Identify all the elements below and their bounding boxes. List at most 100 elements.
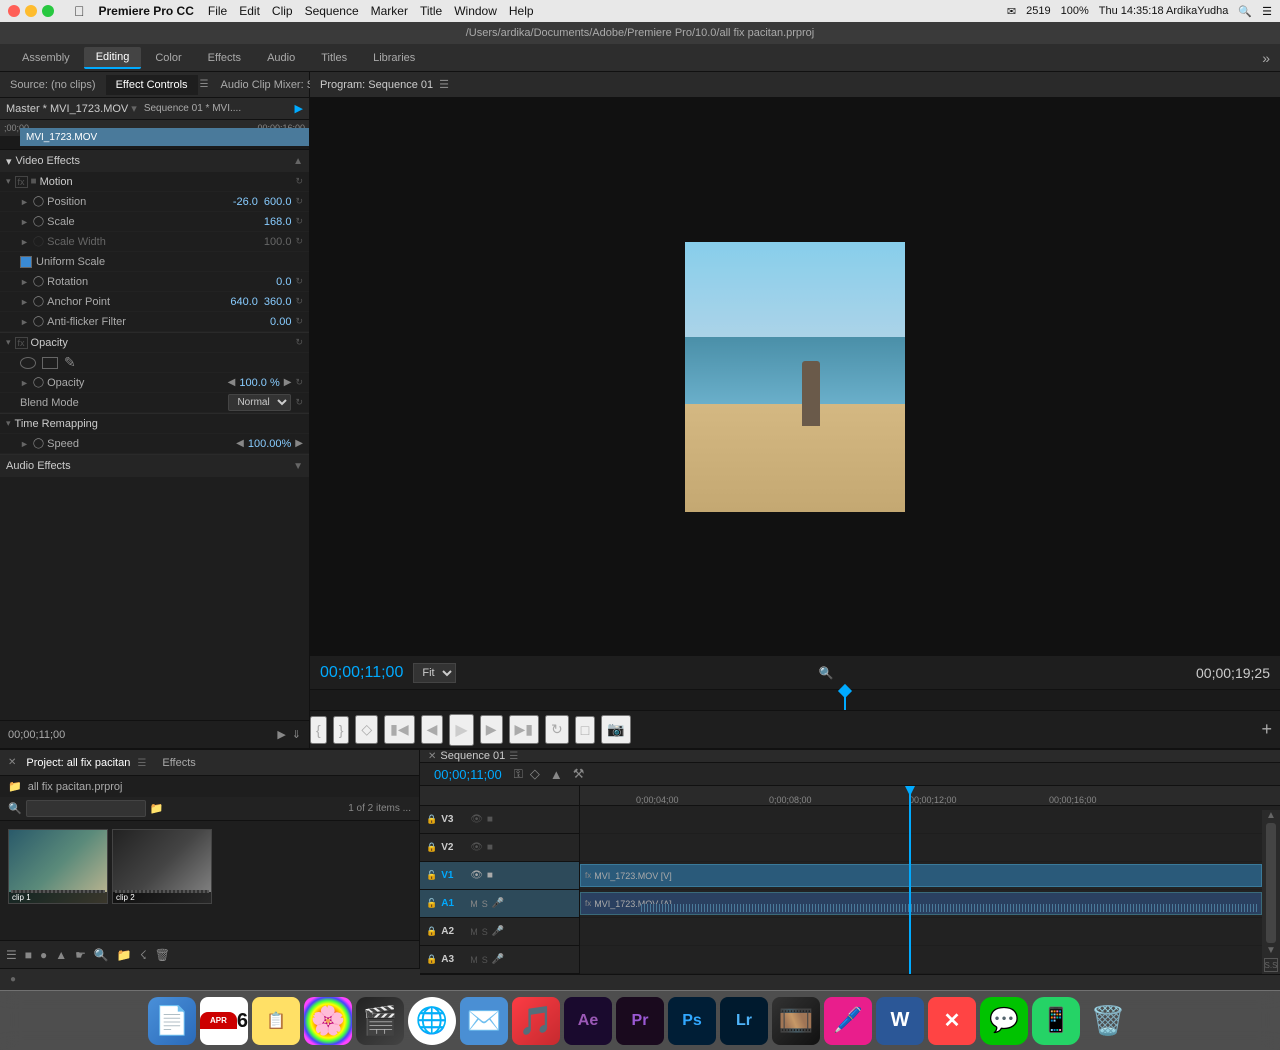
- thumbnail-2[interactable]: clip 2: [112, 829, 212, 904]
- menu-title[interactable]: Title: [420, 4, 442, 18]
- opacity-header[interactable]: ▾ fx Opacity ↻: [0, 333, 309, 353]
- link-icon[interactable]: ▲: [547, 764, 566, 785]
- tab-libraries[interactable]: Libraries: [361, 48, 427, 68]
- scale-value[interactable]: 168.0: [264, 216, 292, 228]
- v1-visibility-icon[interactable]: 👁: [470, 870, 483, 881]
- motion-expand-icon[interactable]: ▾: [6, 176, 11, 187]
- blend-mode-reset-button[interactable]: ↻: [295, 397, 303, 408]
- scale-width-stopwatch-icon[interactable]: ◯: [33, 236, 44, 247]
- opacity-expand-icon[interactable]: ▾: [6, 337, 11, 348]
- anchor-reset-button[interactable]: ↻: [295, 296, 303, 307]
- v2-visibility-icon[interactable]: 👁: [470, 842, 483, 853]
- timeline-clip-bar[interactable]: MVI_1723.MOV: [20, 128, 309, 146]
- rotation-value[interactable]: 0.0: [276, 276, 291, 288]
- menu-icon[interactable]: ☰: [1262, 5, 1272, 18]
- free-form-icon[interactable]: ●: [40, 948, 47, 962]
- icon-view-icon[interactable]: ■: [25, 948, 32, 962]
- go-to-clip-button[interactable]: ▶: [295, 102, 303, 115]
- dock-mail[interactable]: ✉️: [460, 997, 508, 1045]
- uniform-scale-checkbox[interactable]: [20, 256, 32, 268]
- video-clip-v1[interactable]: fx MVI_1723.MOV [V]: [580, 864, 1262, 887]
- opacity-increase-icon[interactable]: ▶: [284, 377, 292, 388]
- audio-effects-header[interactable]: Audio Effects ▼: [0, 455, 309, 477]
- dock-notes[interactable]: 📋: [252, 997, 300, 1045]
- opacity-decrease-icon[interactable]: ◀: [228, 377, 236, 388]
- loop-button[interactable]: ↻: [545, 715, 569, 744]
- timeline-timecode[interactable]: 00;00;11;00: [434, 767, 502, 782]
- step-back-button[interactable]: ◀: [421, 715, 444, 744]
- dock-line[interactable]: 💬: [980, 997, 1028, 1045]
- dropdown-icon[interactable]: ▾: [131, 102, 137, 115]
- v3-lock-icon[interactable]: 🔒: [426, 814, 437, 825]
- scroll-thumb-v[interactable]: [1266, 823, 1276, 943]
- effect-mini-timeline[interactable]: ;00;00 00;00;16;00 MVI_1723.MOV: [0, 120, 309, 150]
- multi-cam-button[interactable]: □: [575, 716, 595, 744]
- camera-button[interactable]: 📷: [601, 715, 630, 744]
- v2-lock-icon[interactable]: 🔒: [426, 842, 437, 853]
- tab-effect-controls[interactable]: Effect Controls: [106, 75, 198, 95]
- add-bin-icon[interactable]: 📁: [150, 802, 164, 815]
- menu-marker[interactable]: Marker: [371, 4, 408, 18]
- scale-reset-button[interactable]: ↻: [295, 216, 303, 227]
- sort-icon[interactable]: ▲: [55, 948, 67, 962]
- tab-assembly[interactable]: Assembly: [10, 48, 82, 68]
- audio-clip-a1[interactable]: fx MVI_1723.MOV [A]: [580, 892, 1262, 915]
- anchor-stopwatch-icon[interactable]: ◯: [33, 296, 44, 307]
- a2-lock-icon[interactable]: 🔒: [426, 926, 437, 937]
- dock-whatsapp[interactable]: 📱: [1032, 997, 1080, 1045]
- tab-source[interactable]: Source: (no clips): [0, 75, 106, 95]
- ellipse-tool-button[interactable]: [20, 357, 36, 369]
- rotation-stopwatch-icon[interactable]: ◯: [33, 276, 44, 287]
- rotation-expand-icon[interactable]: ►: [20, 277, 29, 287]
- minimize-button[interactable]: [25, 5, 37, 17]
- add-marker-button[interactable]: ◇: [355, 715, 378, 744]
- a3-mic-icon[interactable]: 🎤: [492, 954, 504, 965]
- tab-editing[interactable]: Editing: [84, 47, 142, 69]
- dock-calendar[interactable]: APR 6: [200, 997, 248, 1045]
- close-timeline-icon[interactable]: ✕: [428, 751, 436, 762]
- add-marker-tl-icon[interactable]: ◇: [527, 763, 543, 785]
- insert-icon[interactable]: ▶: [277, 728, 285, 741]
- a1-lock-icon[interactable]: 🔓: [426, 898, 437, 909]
- v3-visibility-icon[interactable]: 👁: [470, 814, 483, 825]
- dock-photoshop[interactable]: Ps: [668, 997, 716, 1045]
- tab-color[interactable]: Color: [143, 48, 193, 68]
- close-project-icon[interactable]: ✕: [8, 757, 16, 768]
- menu-sequence[interactable]: Sequence: [305, 4, 359, 18]
- horizontal-scrollbar[interactable]: [420, 974, 1280, 975]
- play-button[interactable]: ▶: [449, 714, 473, 746]
- opacity-value[interactable]: 100.0 %: [239, 377, 279, 389]
- rotation-reset-button[interactable]: ↻: [295, 276, 303, 287]
- project-menu-icon[interactable]: ☰: [137, 758, 146, 769]
- tab-audio[interactable]: Audio: [255, 48, 307, 68]
- antiflicker-value[interactable]: 0.00: [270, 316, 291, 328]
- scroll-up-icon[interactable]: ▲: [1266, 810, 1276, 821]
- dock-premiere[interactable]: Pr: [616, 997, 664, 1045]
- dock-photos[interactable]: 🌸: [304, 997, 352, 1045]
- anchor-expand-icon[interactable]: ►: [20, 297, 29, 307]
- tab-effects[interactable]: Effects: [196, 48, 253, 68]
- a2-mic-icon[interactable]: 🎤: [492, 926, 504, 937]
- new-bin-icon[interactable]: 📁: [117, 948, 132, 962]
- dock-chrome[interactable]: 🌐: [408, 997, 456, 1045]
- dock-trash[interactable]: 🗑️: [1084, 997, 1132, 1045]
- mark-in-button[interactable]: {: [310, 716, 327, 744]
- dock-lightroom[interactable]: Lr: [720, 997, 768, 1045]
- position-expand-icon[interactable]: ►: [20, 197, 29, 207]
- find-icon[interactable]: 🔍: [94, 948, 109, 962]
- motion-reset-button[interactable]: ↻: [295, 176, 303, 187]
- sequence-tab[interactable]: Sequence 01 ☰: [440, 750, 518, 762]
- search-icon[interactable]: 🔍: [1238, 5, 1252, 18]
- antiflicker-stopwatch-icon[interactable]: ◯: [33, 316, 44, 327]
- video-effects-scroll-up-icon[interactable]: ▲: [293, 156, 303, 167]
- opacity-reset-button[interactable]: ↻: [295, 377, 303, 388]
- step-forward-button[interactable]: ▶: [480, 715, 503, 744]
- close-button[interactable]: [8, 5, 20, 17]
- timeline-snap-icon[interactable]: ⚿: [514, 767, 523, 782]
- wrench-icon[interactable]: ⚒: [570, 763, 588, 785]
- opacity-header-reset-button[interactable]: ↻: [295, 337, 303, 348]
- speed-decrease-icon[interactable]: ◀: [236, 438, 244, 449]
- go-to-in-button[interactable]: ▮◀: [384, 715, 414, 744]
- go-to-out-button[interactable]: ▶▮: [509, 715, 539, 744]
- dock-x[interactable]: ✕: [928, 997, 976, 1045]
